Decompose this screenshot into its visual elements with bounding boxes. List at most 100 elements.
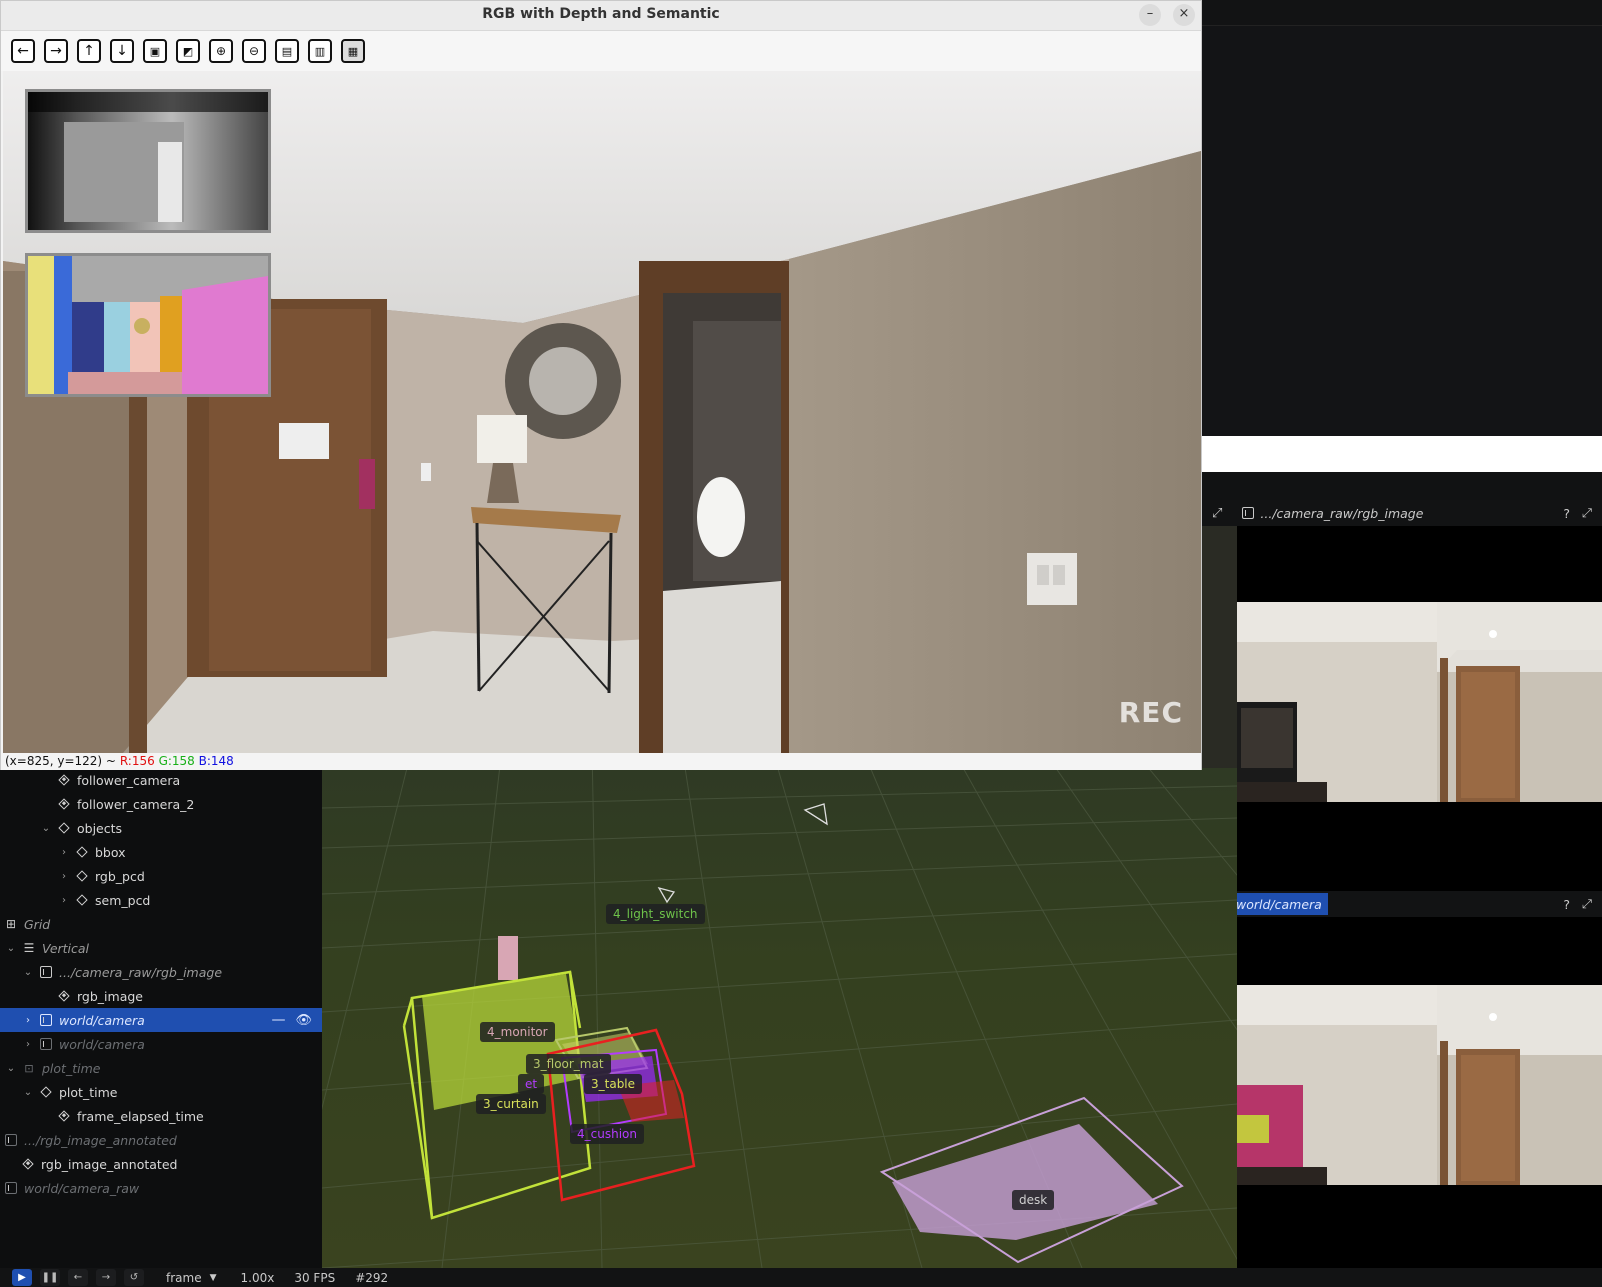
tree-item-frame-elapsed-time[interactable]: frame_elapsed_time xyxy=(0,1104,322,1128)
entity-icon xyxy=(58,990,70,1002)
tree-item-camera-raw-rgb-image[interactable]: ⌄ .../camera_raw/rgb_image xyxy=(0,960,322,984)
loop-icon[interactable]: ↺ xyxy=(124,1269,144,1286)
view-tab-rgb-image[interactable]: .../camera_raw/rgb_image xyxy=(1236,502,1429,524)
tree-item-label: follower_camera xyxy=(77,772,181,788)
arrow-left-icon[interactable]: ← xyxy=(11,39,35,63)
tree-item-world-camera-selected[interactable]: › world/camera — 👁 xyxy=(0,1008,322,1032)
tree-item-label: rgb_image_annotated xyxy=(41,1156,178,1172)
maximize-icon[interactable]: ⤢ xyxy=(1582,505,1592,521)
chevron-right-icon[interactable]: › xyxy=(22,1039,34,1050)
entity-icon xyxy=(76,846,88,858)
arrow-right-icon[interactable]: → xyxy=(44,39,68,63)
background-white-strip xyxy=(1202,436,1602,472)
screen: ⤢ .../camera_raw/rgb_image ? ⤢ world/cam… xyxy=(0,0,1602,1287)
chevron-down-icon[interactable]: ⌄ xyxy=(22,1087,34,1098)
opencv-window: RGB with Depth and Semantic – × ← → ↑ ↓ … xyxy=(0,0,1202,770)
timeline-bar: ▶ ❚❚ ← → ↺ frame ▼ 1.00x 30 FPS #292 xyxy=(0,1268,1602,1287)
arrow-up-icon[interactable]: ↑ xyxy=(77,39,101,63)
world-camera-view[interactable] xyxy=(1237,917,1602,1268)
label-occluded[interactable]: et xyxy=(518,1074,545,1094)
rgb-image-canvas[interactable]: REC xyxy=(3,71,1201,753)
timeline-selector[interactable]: frame xyxy=(166,1271,202,1285)
tree-item-label: world/camera_raw xyxy=(24,1180,140,1196)
tree-item-vertical[interactable]: ⌄ ☰ Vertical xyxy=(0,936,322,960)
tree-item-grid[interactable]: ⊞ Grid xyxy=(0,912,322,936)
grid-icon: ⊞ xyxy=(5,917,17,931)
camera-raw-rgb-view[interactable] xyxy=(1237,526,1602,891)
tree-item-rgb-pcd[interactable]: › rgb_pcd xyxy=(0,864,322,888)
step-forward-icon[interactable]: → xyxy=(96,1269,116,1286)
chevron-down-icon[interactable]: ⌄ xyxy=(5,943,17,954)
view-title: world/camera xyxy=(1236,896,1322,912)
image-view-icon xyxy=(5,1134,17,1146)
image-settings-icon[interactable]: ◩ xyxy=(176,39,200,63)
label-desk[interactable]: desk xyxy=(1012,1190,1055,1210)
maximize-icon[interactable]: ⤢ xyxy=(1582,896,1592,912)
minimize-button[interactable]: – xyxy=(1139,4,1161,26)
3d-scene xyxy=(322,768,1237,1268)
tree-item-world-camera[interactable]: › world/camera xyxy=(0,1032,322,1056)
fps-setting[interactable]: 30 FPS xyxy=(294,1271,335,1285)
chevron-right-icon[interactable]: › xyxy=(58,895,70,906)
zoom-in-icon[interactable]: ⊕ xyxy=(209,39,233,63)
pause-icon[interactable]: ❚❚ xyxy=(40,1269,60,1286)
eye-icon[interactable]: 👁 xyxy=(295,1013,312,1028)
view-header-world-camera: world/camera ? ⤢ xyxy=(1202,891,1602,917)
help-icon[interactable]: ? xyxy=(1563,897,1570,912)
tree-item-label: .../camera_raw/rgb_image xyxy=(59,964,223,980)
chevron-down-icon[interactable]: ⌄ xyxy=(5,1063,17,1074)
tree-item-label: objects xyxy=(77,820,123,836)
chevron-right-icon[interactable]: › xyxy=(58,847,70,858)
frame-number[interactable]: #292 xyxy=(355,1271,388,1285)
playback-speed[interactable]: 1.00x xyxy=(241,1271,275,1285)
entity-icon xyxy=(58,822,70,834)
play-icon[interactable]: ▶ xyxy=(12,1269,32,1286)
chevron-down-icon[interactable]: ⌄ xyxy=(22,967,34,978)
label-table[interactable]: 3_table xyxy=(584,1074,643,1094)
tree-item-sem-pcd[interactable]: › sem_pcd xyxy=(0,888,322,912)
label-curtain[interactable]: 3_curtain xyxy=(476,1094,546,1114)
chevron-right-icon[interactable]: › xyxy=(22,1015,34,1026)
tree-item-label: frame_elapsed_time xyxy=(77,1108,204,1124)
tree-item-world-camera-raw[interactable]: world/camera_raw xyxy=(0,1176,322,1200)
tree-item-plot-time[interactable]: ⌄ plot_time xyxy=(0,1080,322,1104)
chevron-right-icon[interactable]: › xyxy=(58,871,70,882)
image-view-icon xyxy=(40,1014,52,1026)
save-icon[interactable]: ▤ xyxy=(275,39,299,63)
expand-icon[interactable]: ⤢ xyxy=(1212,506,1222,521)
label-cushion[interactable]: 4_cushion xyxy=(570,1124,644,1144)
tree-item-label: sem_pcd xyxy=(95,892,151,908)
spatial-3d-view[interactable]: 4_light_switch 4_monitor 3_floor_mat 3_t… xyxy=(322,768,1237,1268)
fit-image-icon[interactable]: ▣ xyxy=(143,39,167,63)
label-light-switch[interactable]: 4_light_switch xyxy=(606,904,705,924)
image-view-icon xyxy=(5,1182,17,1194)
tree-item-label: follower_camera_2 xyxy=(77,796,195,812)
tree-item-plot-time-view[interactable]: ⌄ ⊡ plot_time xyxy=(0,1056,322,1080)
chevron-down-icon[interactable]: ▼ xyxy=(210,1273,217,1283)
tree-item-rgb-image[interactable]: rgb_image xyxy=(0,984,322,1008)
chevron-down-icon[interactable]: ⌄ xyxy=(40,823,52,834)
tree-item-follower-camera[interactable]: follower_camera xyxy=(0,768,322,792)
tree-item-rgb-image-annotated-view[interactable]: .../rgb_image_annotated xyxy=(0,1128,322,1152)
label-floor-mat[interactable]: 3_floor_mat xyxy=(526,1054,611,1074)
semantic-map xyxy=(28,256,268,394)
tree-item-rgb-image-annotated[interactable]: rgb_image_annotated xyxy=(0,1152,322,1176)
tree-item-objects[interactable]: ⌄ objects xyxy=(0,816,322,840)
tree-item-follower-camera-2[interactable]: follower_camera_2 xyxy=(0,792,322,816)
monitor-points xyxy=(498,936,518,980)
depth-map xyxy=(28,92,268,230)
step-back-icon[interactable]: ← xyxy=(68,1269,88,1286)
remove-icon[interactable]: — xyxy=(271,1012,285,1028)
label-monitor[interactable]: 4_monitor xyxy=(480,1022,555,1042)
zoom-out-icon[interactable]: ⊖ xyxy=(242,39,266,63)
arrow-down-icon[interactable]: ↓ xyxy=(110,39,134,63)
tree-item-label: rgb_image xyxy=(77,988,143,1004)
tree-item-bbox[interactable]: › bbox xyxy=(0,840,322,864)
image-view-icon xyxy=(1242,507,1255,519)
close-button[interactable]: × xyxy=(1173,4,1195,26)
help-icon[interactable]: ? xyxy=(1563,506,1570,521)
copy-icon[interactable]: ▥ xyxy=(308,39,332,63)
properties-icon[interactable]: ▦ xyxy=(341,39,365,63)
plot-view-icon: ⊡ xyxy=(24,1061,34,1075)
tree-item-label: .../rgb_image_annotated xyxy=(24,1132,177,1148)
